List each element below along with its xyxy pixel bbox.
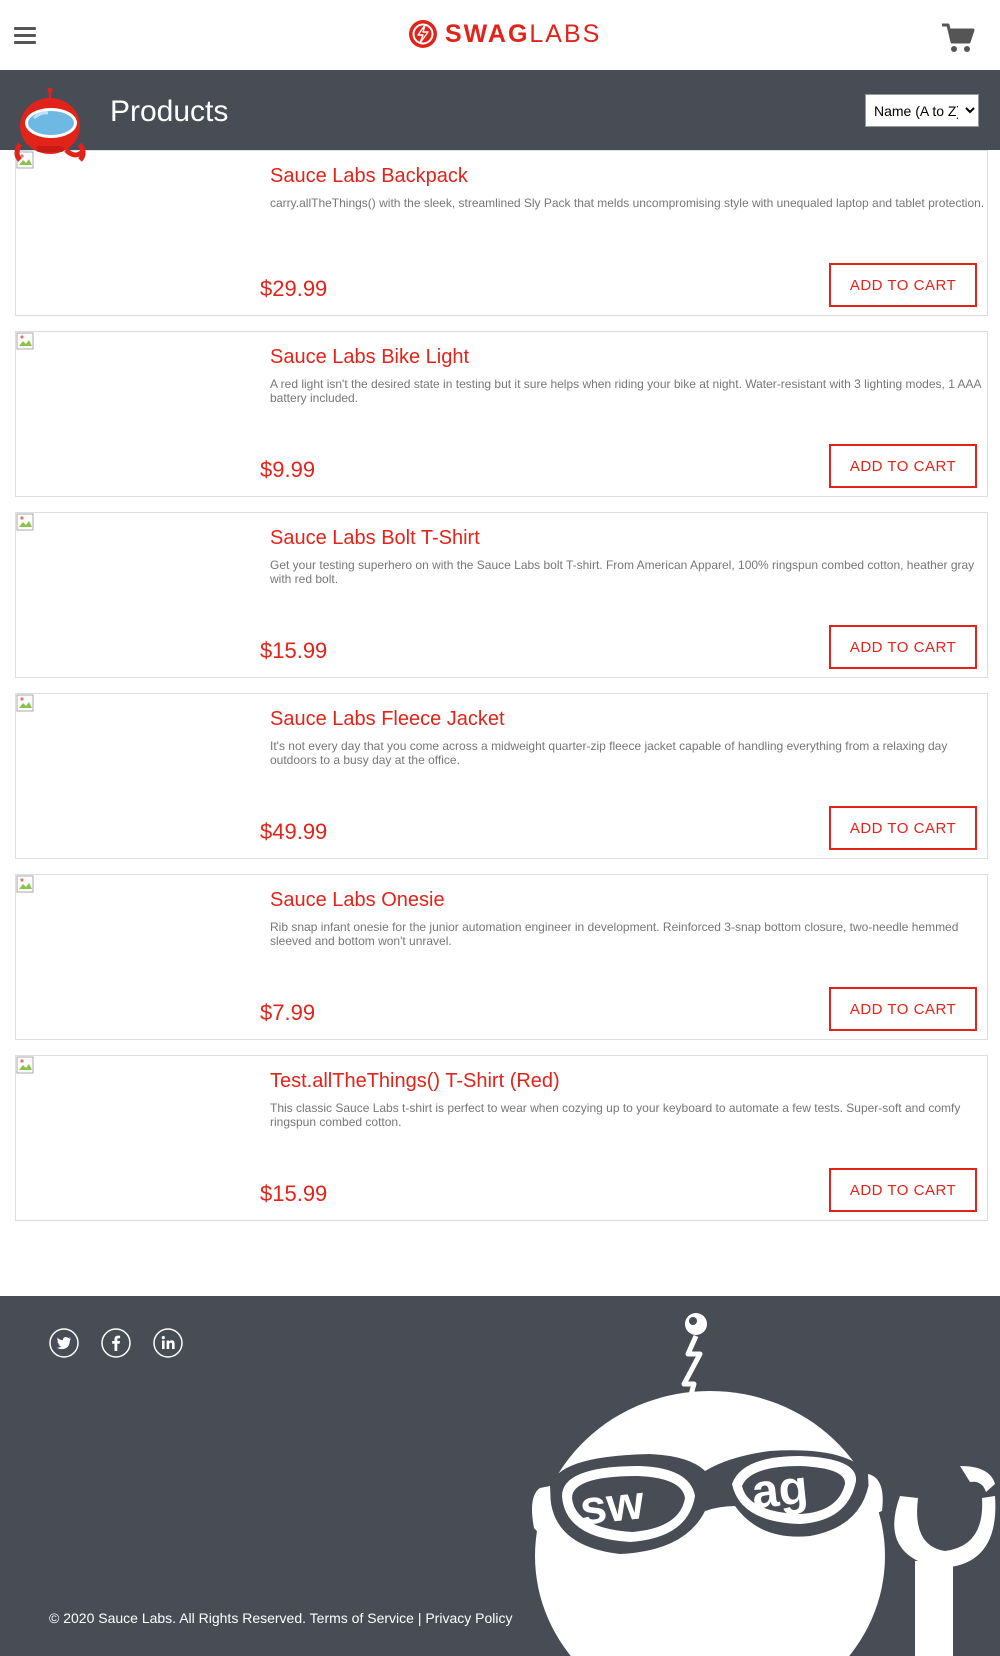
inventory-item: Sauce Labs Bike Light A red light isn't … — [15, 331, 988, 497]
swag-labs-logo: SWAGLABS — [408, 19, 601, 49]
broken-image-icon[interactable] — [16, 1056, 36, 1076]
item-name-link[interactable]: Sauce Labs Fleece Jacket — [270, 708, 505, 731]
inventory-item: Sauce Labs Onesie Rib snap infant onesie… — [15, 874, 988, 1040]
linkedin-icon[interactable] — [153, 1328, 183, 1358]
robot-mascot-icon — [14, 88, 86, 162]
add-to-cart-button[interactable]: ADD TO CART — [829, 625, 977, 669]
privacy-policy-link[interactable]: Privacy Policy — [425, 1610, 512, 1626]
footer-copyright: © 2020 Sauce Labs. All Rights Reserved. … — [49, 1610, 512, 1626]
facebook-icon[interactable] — [101, 1328, 131, 1358]
logo-text-bold: SWAG — [445, 20, 530, 48]
hamburger-icon-bar — [14, 27, 36, 30]
twitter-icon[interactable] — [49, 1328, 79, 1358]
robot-glasses-text-left: sw — [577, 1476, 647, 1535]
item-name-link[interactable]: Sauce Labs Onesie — [270, 889, 445, 912]
broken-image-icon[interactable] — [16, 513, 36, 533]
hamburger-icon-bar — [14, 34, 36, 37]
inventory-item: Sauce Labs Backpack carry.allTheThings()… — [15, 150, 988, 316]
item-name-link[interactable]: Sauce Labs Backpack — [270, 165, 468, 188]
swag-robot-mascot-icon: sw ag — [532, 1313, 996, 1656]
page-title: Products — [110, 95, 229, 128]
item-price: $7.99 — [260, 1000, 316, 1025]
item-price: $49.99 — [260, 819, 328, 844]
sort-dropdown[interactable]: Name (A to Z) — [865, 94, 979, 127]
hamburger-icon-bar — [14, 41, 36, 44]
robot-glasses-text-right: ag — [749, 1461, 810, 1520]
inventory-item: Test.allTheThings() T-Shirt (Red) This c… — [15, 1055, 988, 1221]
add-to-cart-button[interactable]: ADD TO CART — [829, 987, 977, 1031]
item-price: $15.99 — [260, 1181, 328, 1206]
logo-text-light: LABS — [529, 20, 602, 48]
copyright-text: © 2020 Sauce Labs. All Rights Reserved. — [49, 1610, 307, 1626]
logo-text: SWAGLABS — [445, 19, 601, 49]
item-price: $9.99 — [260, 457, 316, 482]
broken-image-icon[interactable] — [16, 694, 36, 714]
item-price: $15.99 — [260, 638, 328, 663]
menu-button[interactable] — [14, 27, 36, 45]
add-to-cart-button[interactable]: ADD TO CART — [829, 444, 977, 488]
broken-image-icon[interactable] — [16, 875, 36, 895]
item-price: $29.99 — [260, 276, 328, 301]
item-description: A red light isn't the desired state in t… — [270, 377, 981, 405]
item-description: Rib snap infant onesie for the junior au… — [270, 920, 959, 948]
terms-of-service-link[interactable]: Terms of Service — [310, 1610, 414, 1626]
page-footer: sw ag © 2020 Sauce Labs. All Rights Rese… — [0, 1296, 1000, 1656]
add-to-cart-button[interactable]: ADD TO CART — [829, 806, 977, 850]
add-to-cart-button[interactable]: ADD TO CART — [829, 1168, 977, 1212]
top-header: SWAGLABS — [0, 0, 1000, 71]
item-name-link[interactable]: Test.allTheThings() T-Shirt (Red) — [270, 1070, 560, 1093]
inventory-item: Sauce Labs Bolt T-Shirt Get your testing… — [15, 512, 988, 678]
item-description: Get your testing superhero on with the S… — [270, 558, 975, 586]
item-description: carry.allTheThings() with the sleek, str… — [270, 196, 985, 210]
broken-image-icon[interactable] — [16, 332, 36, 352]
item-description: It's not every day that you come across … — [270, 739, 948, 767]
add-to-cart-button[interactable]: ADD TO CART — [829, 263, 977, 307]
footer-separator: | — [417, 1610, 422, 1626]
bolt-logo-icon — [409, 20, 437, 48]
item-description: This classic Sauce Labs t-shirt is perfe… — [270, 1101, 961, 1129]
item-name-link[interactable]: Sauce Labs Bike Light — [270, 346, 469, 369]
inventory-item: Sauce Labs Fleece Jacket It's not every … — [15, 693, 988, 859]
item-name-link[interactable]: Sauce Labs Bolt T-Shirt — [270, 527, 480, 550]
shopping-cart-icon[interactable] — [941, 22, 975, 54]
